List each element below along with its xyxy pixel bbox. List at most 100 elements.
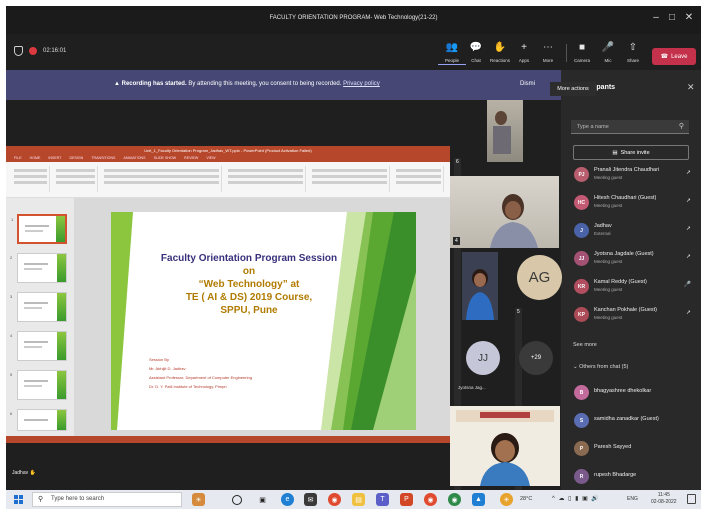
powerpoint-status-bar bbox=[6, 436, 450, 443]
dismiss-button[interactable]: Dismi bbox=[520, 81, 535, 87]
search-icon: ⚲ bbox=[678, 123, 684, 130]
tab-design[interactable]: DESIGN bbox=[70, 155, 84, 162]
participant-row[interactable]: B bhagyashree dhekolkar bbox=[571, 382, 699, 406]
slide-title-line: on bbox=[242, 266, 256, 277]
slide-title-line: “Web Technology” at bbox=[198, 279, 300, 290]
mail-icon[interactable]: ✉ bbox=[304, 493, 317, 506]
participant-name: Hitesh Chaudhari (Guest) bbox=[594, 195, 657, 201]
leave-button[interactable]: ☎ Leave bbox=[652, 48, 696, 65]
search-placeholder: Type a name bbox=[577, 124, 609, 130]
chrome-icon[interactable]: ◉ bbox=[328, 493, 341, 506]
tab-review[interactable]: REVIEW bbox=[184, 155, 198, 162]
participant-row[interactable]: HC Hitesh Chaudhari (Guest) Meeting gues… bbox=[571, 192, 699, 216]
tab-slide-show[interactable]: SLIDE SHOW bbox=[154, 155, 177, 162]
avatar: KP bbox=[574, 307, 589, 322]
slide-thumbnail[interactable]: 4 bbox=[10, 331, 67, 361]
system-tray[interactable]: ^ ☁ ▯ ▮ ▣ 🔊 bbox=[552, 495, 600, 502]
avatar: S bbox=[574, 413, 589, 428]
share-button[interactable]: ⇧ Share bbox=[619, 42, 647, 63]
others-section-header[interactable]: ⌄ Others from chat (5) bbox=[573, 364, 628, 370]
slide-thumbnail[interactable]: 6 bbox=[10, 409, 67, 431]
slide-thumbnail[interactable]: 1 bbox=[11, 214, 67, 244]
slide-number: 5 bbox=[10, 372, 13, 377]
weather-icon[interactable]: ☀ bbox=[500, 493, 513, 506]
teams-icon[interactable]: T bbox=[376, 493, 389, 506]
privacy-policy-link[interactable]: Privacy policy bbox=[343, 81, 380, 87]
participant-row[interactable]: JJ Jyotsna Jagdale (Guest) Meeting guest… bbox=[571, 248, 699, 272]
close-panel-icon[interactable]: ✕ bbox=[687, 82, 695, 93]
slide-number: 6 bbox=[10, 411, 13, 416]
participant-video bbox=[490, 194, 538, 248]
participant-search-input[interactable]: Type a name ⚲ bbox=[571, 120, 689, 134]
ribbon bbox=[6, 162, 450, 198]
tab-home[interactable]: HOME bbox=[30, 155, 41, 162]
tab-transitions[interactable]: TRANSITIONS bbox=[91, 155, 115, 162]
language-indicator[interactable]: ENG bbox=[627, 496, 638, 502]
session-by: Session By bbox=[149, 357, 170, 362]
notification-icon[interactable] bbox=[687, 494, 696, 504]
task-view-icon[interactable]: ▣ bbox=[256, 493, 269, 506]
avatar: P bbox=[574, 441, 589, 456]
camera-button[interactable]: ■ Camera bbox=[568, 42, 596, 63]
participant-row[interactable]: KR Kamal Reddy (Guest) Meeting guest 🎤 bbox=[571, 276, 699, 300]
avatar: PJ bbox=[574, 167, 589, 182]
file-explorer-icon[interactable]: ▤ bbox=[352, 493, 365, 506]
participant-status: Meeting guest bbox=[594, 315, 623, 320]
maximize-button[interactable]: □ bbox=[664, 12, 680, 23]
temperature[interactable]: 28°C bbox=[520, 496, 532, 502]
taskbar-clock[interactable]: 11:45 02-08-2022 bbox=[651, 492, 677, 506]
more-participants-button[interactable]: +29 bbox=[519, 341, 553, 375]
share-invite-button[interactable]: ▤ Share invite bbox=[573, 145, 689, 160]
participant-row[interactable]: PJ Pranali Jitendra Chaudhari Meeting gu… bbox=[571, 164, 699, 188]
participant-row[interactable]: P Paresh Sayyed bbox=[571, 438, 699, 462]
tab-insert[interactable]: INSERT bbox=[48, 155, 61, 162]
see-more-link[interactable]: See more bbox=[573, 342, 597, 348]
mic-off-icon: ➚ bbox=[685, 226, 691, 232]
taskbar-search-input[interactable]: ⚲ Type here to search bbox=[32, 492, 182, 507]
video-tile[interactable] bbox=[450, 406, 560, 486]
video-tile[interactable] bbox=[462, 252, 498, 320]
current-slide[interactable]: Faculty Orientation Program Session on “… bbox=[111, 212, 416, 430]
avatar[interactable]: AG bbox=[517, 255, 562, 300]
shield-icon bbox=[14, 46, 23, 56]
powerpoint-icon[interactable]: P bbox=[400, 493, 413, 506]
more-actions-tooltip: More actions bbox=[550, 82, 596, 96]
more-button[interactable]: ⋯ More bbox=[534, 42, 562, 63]
tile-number: 4 bbox=[453, 237, 460, 245]
start-button[interactable] bbox=[14, 495, 23, 504]
participant-row[interactable]: J Jadhav External ➚ bbox=[571, 220, 699, 244]
slide-thumbnail[interactable]: 5 bbox=[10, 370, 67, 400]
participant-name: Kamal Reddy (Guest) bbox=[594, 279, 647, 285]
share-label: Share bbox=[626, 58, 639, 63]
slide-thumbnail[interactable]: 3 bbox=[10, 292, 67, 322]
edge-icon[interactable]: e bbox=[281, 493, 294, 506]
participant-row[interactable]: R rupesh Bhadarge bbox=[571, 466, 699, 490]
chrome-profile-icon[interactable]: ◉ bbox=[448, 493, 461, 506]
avatar[interactable]: JJ bbox=[466, 341, 500, 375]
participant-name: samidha zanadkar (Guest) bbox=[594, 416, 659, 422]
minimize-button[interactable]: – bbox=[648, 12, 664, 23]
mic-button[interactable]: 🎤 Mic bbox=[594, 42, 622, 63]
camera-label: Camera bbox=[573, 58, 590, 63]
tab-file[interactable]: FILE bbox=[14, 155, 22, 162]
video-tile[interactable]: 4 bbox=[450, 176, 559, 248]
participant-row[interactable]: KP Kanchan Pokhale (Guest) Meeting guest… bbox=[571, 304, 699, 328]
close-button[interactable]: ✕ bbox=[681, 12, 697, 23]
self-name-label: Jadhav ✋ bbox=[12, 470, 36, 476]
tab-animations[interactable]: ANIMATIONS bbox=[123, 155, 145, 162]
chrome-icon[interactable]: ◉ bbox=[424, 493, 437, 506]
mic-label: Mic bbox=[604, 58, 612, 63]
slide-presenter-info: Session By Mr. Abhijit D. Jadhav Assista… bbox=[149, 355, 252, 391]
slide-thumbnail[interactable]: 2 bbox=[10, 253, 67, 283]
tab-view[interactable]: VIEW bbox=[206, 155, 215, 162]
presenter-role: Assistant Professor, Department of Compu… bbox=[149, 375, 252, 380]
recording-banner: ▲ Recording has started. By attending th… bbox=[6, 70, 561, 100]
news-widget-icon[interactable]: ☀ bbox=[192, 493, 205, 506]
cortana-icon[interactable] bbox=[232, 495, 242, 505]
ribbon-tabs: FILE HOME INSERT DESIGN TRANSITIONS ANIM… bbox=[6, 155, 450, 162]
video-tile[interactable] bbox=[487, 100, 523, 162]
app-icon[interactable]: ▲ bbox=[472, 493, 485, 506]
participant-row[interactable]: S samidha zanadkar (Guest) bbox=[571, 410, 699, 434]
participant-status: Meeting guest bbox=[594, 203, 623, 208]
mic-icon: 🎤 bbox=[683, 282, 691, 288]
